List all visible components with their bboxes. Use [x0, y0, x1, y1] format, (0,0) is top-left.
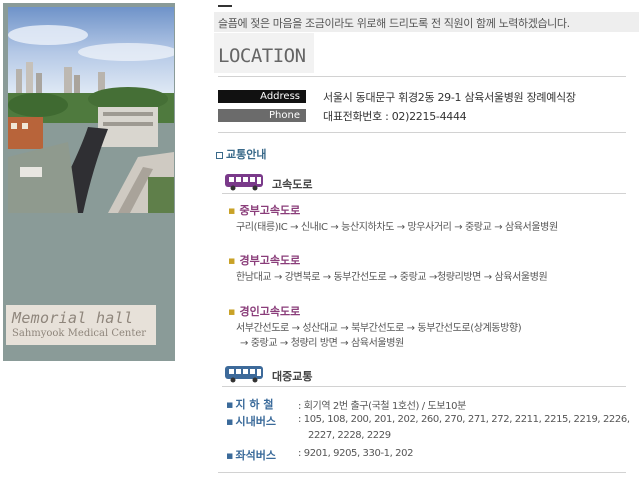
route-path: 서부간선도로 → 성산대교 → 북부간선도로 → 동부간선도로(상계동방향) — [236, 323, 522, 334]
route-path: 구리(태릉)IC → 신내IC → 능산지하차도 → 망우사거리 → 중랑교 →… — [236, 222, 558, 233]
address-value: 서울시 동대문구 휘경2동 29-1 삼육서울병원 장례예식장 — [323, 91, 576, 104]
route-title: ▪ 경부고속도로 — [228, 254, 301, 267]
public-divider — [222, 386, 626, 387]
seat-bus-label: ▪ 좌석버스 — [226, 449, 276, 462]
public-transit-label: 대중교통 — [272, 370, 313, 383]
route-title: ▪ 중부고속도로 — [228, 204, 301, 217]
memorial-hall-title: Memorial hall — [12, 309, 134, 327]
traffic-heading-text: 교통안내 — [226, 148, 267, 161]
route-title: ▪ 경인고속도로 — [228, 305, 301, 318]
address-label: Address — [218, 90, 306, 103]
hospital-photo — [8, 7, 174, 213]
memorial-hall-subtitle: Sahmyook Medical Center — [12, 328, 147, 339]
top-marker — [218, 5, 232, 7]
traffic-heading: 교통안내 — [216, 146, 266, 162]
main-content: 슬픔에 젖은 마음을 조금이라도 위로해 드리도록 전 직원이 함께 노력하겠습… — [180, 0, 639, 480]
tagline: 슬픔에 젖은 마음을 조금이라도 위로해 드리도록 전 직원이 함께 노력하겠습… — [218, 17, 570, 30]
city-bus-info: : 105, 108, 200, 201, 202, 260, 270, 271… — [298, 414, 630, 425]
route-path: 한남대교 → 강변북로 → 동부간선도로 → 중랑교 →청량리방면 → 삼육서울… — [236, 272, 548, 283]
sidebar-photo-frame: Memorial hall Sahmyook Medical Center — [3, 3, 175, 361]
page-title: LOCATION — [218, 45, 306, 67]
square-bullet-icon — [216, 151, 223, 159]
bus-icon — [225, 174, 263, 191]
seat-bus-info: : 9201, 9205, 330-1, 202 — [298, 448, 414, 459]
phone-value: 대표전화번호 : 02)2215-4444 — [323, 110, 467, 123]
route-path-continued: → 중랑교 → 청량리 방면 → 삼육서울병원 — [240, 338, 404, 349]
sidebar: Memorial hall Sahmyook Medical Center — [0, 0, 180, 480]
highway-divider — [222, 193, 626, 194]
highway-label: 고속도로 — [272, 178, 313, 191]
subway-info: : 회기역 2번 출구(국철 1호선) / 도보10분 — [298, 401, 466, 412]
city-bus-info-continued: 2227, 2228, 2229 — [308, 430, 391, 441]
memorial-hall-banner: Memorial hall Sahmyook Medical Center — [6, 305, 156, 345]
title-divider — [218, 76, 626, 77]
contact-divider — [218, 132, 626, 133]
bottom-divider — [218, 472, 626, 473]
hospital-aerial-image — [8, 7, 174, 213]
phone-label: Phone — [218, 109, 306, 122]
city-bus-label: ▪ 시내버스 — [226, 415, 276, 428]
subway-label: ▪ 지 하 철 — [226, 398, 274, 411]
public-bus-icon — [225, 366, 263, 383]
